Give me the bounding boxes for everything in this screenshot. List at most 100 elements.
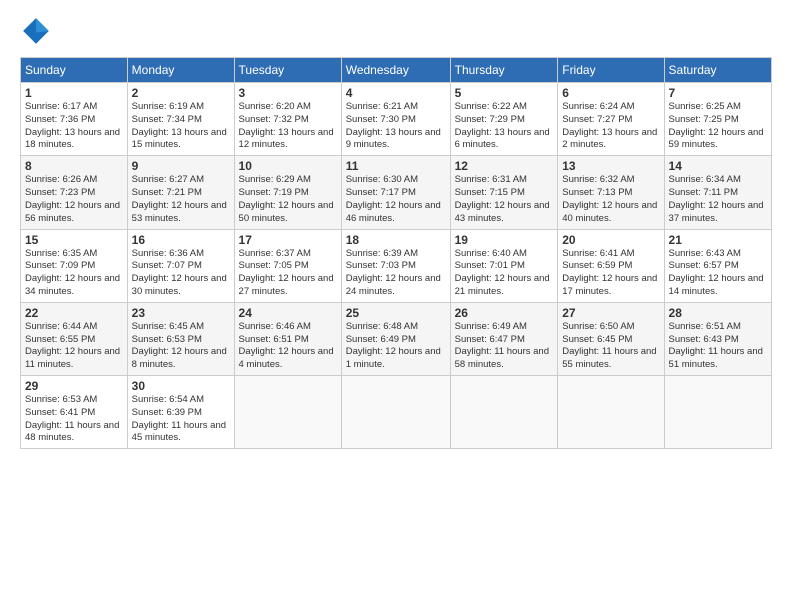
table-row: 10 Sunrise: 6:29 AM Sunset: 7:19 PM Dayl… bbox=[234, 156, 341, 229]
day-number: 25 bbox=[346, 306, 446, 320]
col-sunday: Sunday bbox=[21, 58, 128, 83]
day-info: Sunrise: 6:30 AM Sunset: 7:17 PM Dayligh… bbox=[346, 174, 446, 225]
day-number: 29 bbox=[25, 379, 123, 393]
day-number: 5 bbox=[455, 86, 554, 100]
table-row bbox=[234, 376, 341, 449]
col-tuesday: Tuesday bbox=[234, 58, 341, 83]
day-info: Sunrise: 6:32 AM Sunset: 7:13 PM Dayligh… bbox=[562, 174, 659, 225]
table-row: 12 Sunrise: 6:31 AM Sunset: 7:15 PM Dayl… bbox=[450, 156, 558, 229]
table-row: 8 Sunrise: 6:26 AM Sunset: 7:23 PM Dayli… bbox=[21, 156, 128, 229]
day-info: Sunrise: 6:19 AM Sunset: 7:34 PM Dayligh… bbox=[132, 101, 230, 152]
calendar-week-row: 29 Sunrise: 6:53 AM Sunset: 6:41 PM Dayl… bbox=[21, 376, 772, 449]
day-info: Sunrise: 6:35 AM Sunset: 7:09 PM Dayligh… bbox=[25, 248, 123, 299]
day-number: 11 bbox=[346, 159, 446, 173]
day-number: 2 bbox=[132, 86, 230, 100]
col-saturday: Saturday bbox=[664, 58, 771, 83]
day-info: Sunrise: 6:26 AM Sunset: 7:23 PM Dayligh… bbox=[25, 174, 123, 225]
day-number: 13 bbox=[562, 159, 659, 173]
day-number: 22 bbox=[25, 306, 123, 320]
table-row: 4 Sunrise: 6:21 AM Sunset: 7:30 PM Dayli… bbox=[341, 83, 450, 156]
table-row: 27 Sunrise: 6:50 AM Sunset: 6:45 PM Dayl… bbox=[558, 302, 664, 375]
table-row: 13 Sunrise: 6:32 AM Sunset: 7:13 PM Dayl… bbox=[558, 156, 664, 229]
table-row: 18 Sunrise: 6:39 AM Sunset: 7:03 PM Dayl… bbox=[341, 229, 450, 302]
day-number: 14 bbox=[669, 159, 767, 173]
day-number: 30 bbox=[132, 379, 230, 393]
day-info: Sunrise: 6:44 AM Sunset: 6:55 PM Dayligh… bbox=[25, 321, 123, 372]
table-row: 20 Sunrise: 6:41 AM Sunset: 6:59 PM Dayl… bbox=[558, 229, 664, 302]
col-wednesday: Wednesday bbox=[341, 58, 450, 83]
day-info: Sunrise: 6:24 AM Sunset: 7:27 PM Dayligh… bbox=[562, 101, 659, 152]
day-info: Sunrise: 6:20 AM Sunset: 7:32 PM Dayligh… bbox=[239, 101, 337, 152]
table-row: 24 Sunrise: 6:46 AM Sunset: 6:51 PM Dayl… bbox=[234, 302, 341, 375]
day-number: 23 bbox=[132, 306, 230, 320]
day-number: 7 bbox=[669, 86, 767, 100]
day-info: Sunrise: 6:25 AM Sunset: 7:25 PM Dayligh… bbox=[669, 101, 767, 152]
table-row: 6 Sunrise: 6:24 AM Sunset: 7:27 PM Dayli… bbox=[558, 83, 664, 156]
day-info: Sunrise: 6:48 AM Sunset: 6:49 PM Dayligh… bbox=[346, 321, 446, 372]
table-row: 25 Sunrise: 6:48 AM Sunset: 6:49 PM Dayl… bbox=[341, 302, 450, 375]
day-number: 3 bbox=[239, 86, 337, 100]
day-number: 27 bbox=[562, 306, 659, 320]
day-number: 24 bbox=[239, 306, 337, 320]
day-info: Sunrise: 6:41 AM Sunset: 6:59 PM Dayligh… bbox=[562, 248, 659, 299]
table-row: 17 Sunrise: 6:37 AM Sunset: 7:05 PM Dayl… bbox=[234, 229, 341, 302]
table-row: 19 Sunrise: 6:40 AM Sunset: 7:01 PM Dayl… bbox=[450, 229, 558, 302]
table-row: 28 Sunrise: 6:51 AM Sunset: 6:43 PM Dayl… bbox=[664, 302, 771, 375]
calendar-week-row: 8 Sunrise: 6:26 AM Sunset: 7:23 PM Dayli… bbox=[21, 156, 772, 229]
day-number: 4 bbox=[346, 86, 446, 100]
table-row: 5 Sunrise: 6:22 AM Sunset: 7:29 PM Dayli… bbox=[450, 83, 558, 156]
table-row: 9 Sunrise: 6:27 AM Sunset: 7:21 PM Dayli… bbox=[127, 156, 234, 229]
day-info: Sunrise: 6:29 AM Sunset: 7:19 PM Dayligh… bbox=[239, 174, 337, 225]
day-info: Sunrise: 6:21 AM Sunset: 7:30 PM Dayligh… bbox=[346, 101, 446, 152]
day-number: 6 bbox=[562, 86, 659, 100]
day-number: 10 bbox=[239, 159, 337, 173]
table-row: 7 Sunrise: 6:25 AM Sunset: 7:25 PM Dayli… bbox=[664, 83, 771, 156]
table-row bbox=[664, 376, 771, 449]
table-row bbox=[341, 376, 450, 449]
table-row: 30 Sunrise: 6:54 AM Sunset: 6:39 PM Dayl… bbox=[127, 376, 234, 449]
day-number: 20 bbox=[562, 233, 659, 247]
col-thursday: Thursday bbox=[450, 58, 558, 83]
calendar-week-row: 22 Sunrise: 6:44 AM Sunset: 6:55 PM Dayl… bbox=[21, 302, 772, 375]
table-row: 29 Sunrise: 6:53 AM Sunset: 6:41 PM Dayl… bbox=[21, 376, 128, 449]
col-monday: Monday bbox=[127, 58, 234, 83]
day-number: 26 bbox=[455, 306, 554, 320]
table-row: 11 Sunrise: 6:30 AM Sunset: 7:17 PM Dayl… bbox=[341, 156, 450, 229]
day-info: Sunrise: 6:46 AM Sunset: 6:51 PM Dayligh… bbox=[239, 321, 337, 372]
logo bbox=[20, 15, 56, 47]
day-number: 28 bbox=[669, 306, 767, 320]
header bbox=[20, 15, 772, 47]
table-row: 16 Sunrise: 6:36 AM Sunset: 7:07 PM Dayl… bbox=[127, 229, 234, 302]
table-row: 2 Sunrise: 6:19 AM Sunset: 7:34 PM Dayli… bbox=[127, 83, 234, 156]
day-info: Sunrise: 6:17 AM Sunset: 7:36 PM Dayligh… bbox=[25, 101, 123, 152]
table-row bbox=[558, 376, 664, 449]
day-info: Sunrise: 6:54 AM Sunset: 6:39 PM Dayligh… bbox=[132, 394, 230, 445]
day-info: Sunrise: 6:34 AM Sunset: 7:11 PM Dayligh… bbox=[669, 174, 767, 225]
table-row: 21 Sunrise: 6:43 AM Sunset: 6:57 PM Dayl… bbox=[664, 229, 771, 302]
page: Sunday Monday Tuesday Wednesday Thursday… bbox=[0, 0, 792, 612]
day-number: 9 bbox=[132, 159, 230, 173]
day-info: Sunrise: 6:51 AM Sunset: 6:43 PM Dayligh… bbox=[669, 321, 767, 372]
day-info: Sunrise: 6:40 AM Sunset: 7:01 PM Dayligh… bbox=[455, 248, 554, 299]
col-friday: Friday bbox=[558, 58, 664, 83]
day-number: 15 bbox=[25, 233, 123, 247]
day-info: Sunrise: 6:31 AM Sunset: 7:15 PM Dayligh… bbox=[455, 174, 554, 225]
table-row: 15 Sunrise: 6:35 AM Sunset: 7:09 PM Dayl… bbox=[21, 229, 128, 302]
table-row: 22 Sunrise: 6:44 AM Sunset: 6:55 PM Dayl… bbox=[21, 302, 128, 375]
day-info: Sunrise: 6:45 AM Sunset: 6:53 PM Dayligh… bbox=[132, 321, 230, 372]
day-info: Sunrise: 6:22 AM Sunset: 7:29 PM Dayligh… bbox=[455, 101, 554, 152]
day-number: 18 bbox=[346, 233, 446, 247]
table-row: 23 Sunrise: 6:45 AM Sunset: 6:53 PM Dayl… bbox=[127, 302, 234, 375]
day-number: 12 bbox=[455, 159, 554, 173]
day-number: 17 bbox=[239, 233, 337, 247]
day-number: 1 bbox=[25, 86, 123, 100]
day-info: Sunrise: 6:37 AM Sunset: 7:05 PM Dayligh… bbox=[239, 248, 337, 299]
day-info: Sunrise: 6:39 AM Sunset: 7:03 PM Dayligh… bbox=[346, 248, 446, 299]
day-info: Sunrise: 6:43 AM Sunset: 6:57 PM Dayligh… bbox=[669, 248, 767, 299]
table-row: 26 Sunrise: 6:49 AM Sunset: 6:47 PM Dayl… bbox=[450, 302, 558, 375]
day-number: 19 bbox=[455, 233, 554, 247]
day-number: 21 bbox=[669, 233, 767, 247]
table-row: 14 Sunrise: 6:34 AM Sunset: 7:11 PM Dayl… bbox=[664, 156, 771, 229]
day-info: Sunrise: 6:50 AM Sunset: 6:45 PM Dayligh… bbox=[562, 321, 659, 372]
day-info: Sunrise: 6:49 AM Sunset: 6:47 PM Dayligh… bbox=[455, 321, 554, 372]
